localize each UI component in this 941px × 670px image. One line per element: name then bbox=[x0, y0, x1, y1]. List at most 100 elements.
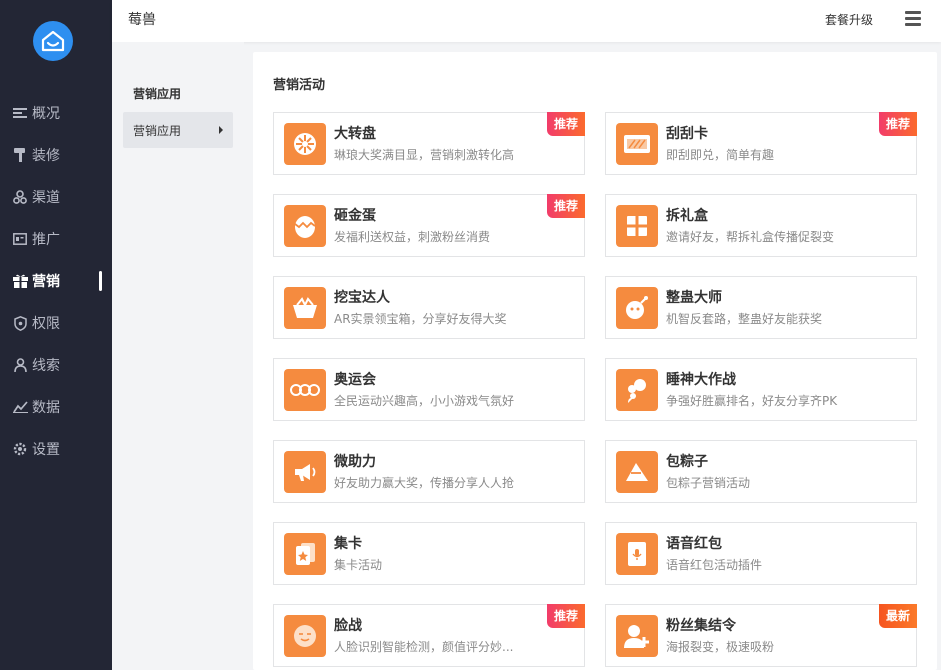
activity-card-scratch[interactable]: 刮刮卡 即刮即兑，简单有趣 推荐 bbox=[605, 112, 917, 175]
activity-card-egg[interactable]: 砸金蛋 发福利送权益，刺激粉丝消费 推荐 bbox=[273, 194, 585, 257]
card-title: 脸战 bbox=[334, 618, 362, 634]
sidebar-item-overview[interactable]: 概况 bbox=[0, 92, 112, 134]
sidebar-item-data[interactable]: 数据 bbox=[0, 386, 112, 428]
card-description: 琳琅大奖满目显，营销刺激转化高 bbox=[334, 148, 515, 162]
sidebar-item-label: 装修 bbox=[32, 148, 60, 164]
card-description: AR实景领宝箱，分享好友得大奖 bbox=[334, 312, 507, 326]
activity-card-fans-gather[interactable]: 粉丝集结令 海报裂变，极速吸粉 最新 bbox=[605, 604, 917, 667]
card-title: 挖宝达人 bbox=[334, 290, 390, 306]
olympic-rings-icon bbox=[284, 369, 326, 411]
treasure-icon bbox=[284, 287, 326, 329]
card-title: 整蛊大师 bbox=[666, 290, 722, 306]
overview-icon bbox=[12, 105, 28, 121]
sidebar-item-label: 营销 bbox=[32, 274, 60, 290]
marketing-activities-panel: 营销活动 大转盘 琳琅大奖满目显，营销刺激转化高 推荐 刮刮卡 即刮即兑，简单有… bbox=[253, 52, 937, 670]
scratch-card-icon bbox=[616, 123, 658, 165]
card-description: 语音红包活动插件 bbox=[666, 558, 763, 572]
activity-card-assist[interactable]: 微助力 好友助力赢大奖，传播分享人人抢 bbox=[273, 440, 585, 503]
sidebar-item-promotion[interactable]: 推广 bbox=[0, 218, 112, 260]
card-description: 集卡活动 bbox=[334, 558, 383, 572]
sidebar-item-label: 设置 bbox=[32, 442, 60, 458]
sidebar-item-marketing[interactable]: 营销 bbox=[0, 260, 112, 302]
person-icon bbox=[12, 357, 28, 373]
sidebar-item-label: 推广 bbox=[32, 232, 60, 248]
gift-icon bbox=[12, 273, 28, 289]
card-title: 集卡 bbox=[334, 536, 362, 552]
sidebar-item-permission[interactable]: 权限 bbox=[0, 302, 112, 344]
card-description: 人脸识别智能检测，颜值评分妙... bbox=[334, 640, 514, 654]
activity-card-collect-cards[interactable]: 集卡 集卡活动 bbox=[273, 522, 585, 585]
subnav-title: 营销应用 bbox=[133, 87, 182, 101]
sidebar-item-label: 线索 bbox=[32, 358, 60, 374]
recommend-badge: 推荐 bbox=[878, 112, 917, 136]
activity-card-olympics[interactable]: 奥运会 全民运动兴趣高，小小游戏气氛好 bbox=[273, 358, 585, 421]
sidebar-item-settings[interactable]: 设置 bbox=[0, 428, 112, 470]
new-badge: 最新 bbox=[878, 604, 917, 628]
card-description: 海报裂变，极速吸粉 bbox=[666, 640, 775, 654]
card-description: 机智反套路，整蛊好友能获奖 bbox=[666, 312, 823, 326]
card-title: 砸金蛋 bbox=[334, 208, 376, 224]
section-title: 营销活动 bbox=[273, 78, 326, 93]
sidebar-item-channel[interactable]: 渠道 bbox=[0, 176, 112, 218]
sidebar-item-label: 权限 bbox=[32, 316, 60, 332]
activity-card-wheel[interactable]: 大转盘 琳琅大奖满目显，营销刺激转化高 推荐 bbox=[273, 112, 585, 175]
activity-card-face[interactable]: 脸战 人脸识别智能检测，颜值评分妙... 推荐 bbox=[273, 604, 585, 667]
zongzi-icon bbox=[616, 451, 658, 493]
add-user-icon bbox=[616, 615, 658, 657]
sleep-icon bbox=[616, 369, 658, 411]
home-logo-icon bbox=[41, 30, 65, 52]
sidebar-item-label: 概况 bbox=[32, 106, 60, 122]
face-icon bbox=[284, 615, 326, 657]
subnav-item-marketing-apps[interactable]: 营销应用 bbox=[123, 112, 233, 148]
subnav-item-label: 营销应用 bbox=[133, 123, 182, 138]
caret-right-icon bbox=[219, 126, 223, 134]
card-title: 刮刮卡 bbox=[666, 126, 708, 142]
sidebar-item-label: 数据 bbox=[32, 400, 60, 416]
card-description: 全民运动兴趣高，小小游戏气氛好 bbox=[334, 394, 515, 408]
voice-envelope-icon bbox=[616, 533, 658, 575]
gear-icon bbox=[12, 441, 28, 457]
app-logo[interactable] bbox=[33, 21, 73, 61]
top-header: 莓兽 套餐升级 bbox=[112, 0, 941, 42]
card-title: 大转盘 bbox=[334, 126, 376, 142]
recommend-badge: 推荐 bbox=[546, 604, 585, 628]
card-description: 争强好胜赢排名，好友分享齐PK bbox=[666, 394, 838, 408]
card-title: 拆礼盒 bbox=[666, 208, 708, 224]
megaphone-icon bbox=[284, 451, 326, 493]
card-title: 粉丝集结令 bbox=[666, 618, 736, 634]
card-description: 即刮即兑，简单有趣 bbox=[666, 148, 775, 162]
shop-name: 莓兽 bbox=[128, 12, 156, 28]
card-title: 包粽子 bbox=[666, 454, 708, 470]
cards-icon bbox=[284, 533, 326, 575]
activity-card-giftbox[interactable]: 拆礼盒 邀请好友，帮拆礼盒传播促裂变 bbox=[605, 194, 917, 257]
card-description: 邀请好友，帮拆礼盒传播促裂变 bbox=[666, 230, 835, 244]
recommend-badge: 推荐 bbox=[546, 112, 585, 136]
channel-icon bbox=[12, 189, 28, 205]
golden-egg-icon bbox=[284, 205, 326, 247]
active-indicator bbox=[99, 271, 102, 291]
activity-card-treasure[interactable]: 挖宝达人 AR实景领宝箱，分享好友得大奖 bbox=[273, 276, 585, 339]
card-description: 发福利送权益，刺激粉丝消费 bbox=[334, 230, 491, 244]
chart-icon bbox=[12, 399, 28, 415]
card-title: 睡神大作战 bbox=[666, 372, 736, 388]
upgrade-plan-link[interactable]: 套餐升级 bbox=[825, 11, 873, 28]
card-title: 微助力 bbox=[334, 454, 376, 470]
activity-card-sleep[interactable]: 睡神大作战 争强好胜赢排名，好友分享齐PK bbox=[605, 358, 917, 421]
sidebar-item-leads[interactable]: 线索 bbox=[0, 344, 112, 386]
card-title: 语音红包 bbox=[666, 536, 722, 552]
recommend-badge: 推荐 bbox=[546, 194, 585, 218]
wheel-icon bbox=[284, 123, 326, 165]
card-description: 好友助力赢大奖，传播分享人人抢 bbox=[334, 476, 515, 490]
activity-card-voice-envelope[interactable]: 语音红包 语音红包活动插件 bbox=[605, 522, 917, 585]
card-title: 奥运会 bbox=[334, 372, 376, 388]
card-description: 包粽子营销活动 bbox=[666, 476, 751, 490]
gift-box-icon bbox=[616, 205, 658, 247]
activity-card-zongzi[interactable]: 包粽子 包粽子营销活动 bbox=[605, 440, 917, 503]
activity-card-prank[interactable]: 整蛊大师 机智反套路，整蛊好友能获奖 bbox=[605, 276, 917, 339]
shield-icon bbox=[12, 315, 28, 331]
secondary-sidebar: 营销应用 营销应用 bbox=[112, 42, 244, 670]
sidebar-item-decoration[interactable]: 装修 bbox=[0, 134, 112, 176]
hamburger-menu-icon[interactable] bbox=[905, 11, 921, 27]
promotion-icon bbox=[12, 231, 28, 247]
sidebar-item-label: 渠道 bbox=[32, 190, 60, 206]
